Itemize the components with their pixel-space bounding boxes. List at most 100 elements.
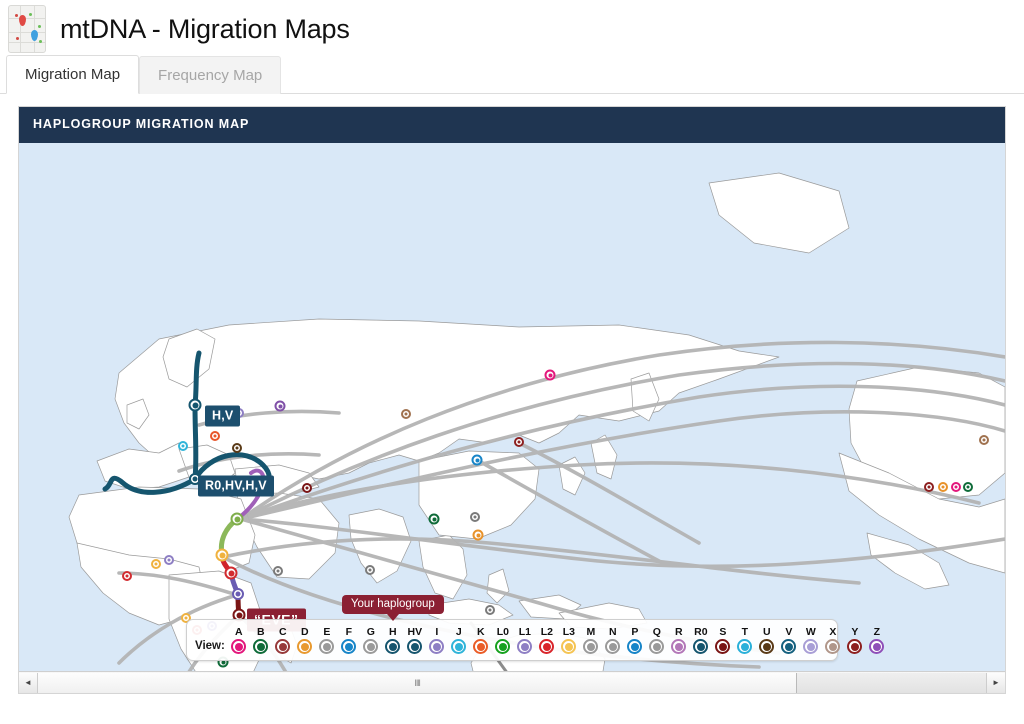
legend-item-h[interactable]: H: [382, 627, 404, 654]
legend-item-z[interactable]: Z: [866, 627, 888, 654]
map-marker[interactable]: [938, 482, 948, 492]
legend-item-dot[interactable]: [407, 639, 423, 654]
map-marker[interactable]: [273, 566, 283, 576]
legend-item-dot[interactable]: [627, 639, 643, 654]
legend-item-dot[interactable]: [429, 639, 445, 654]
legend-item-q[interactable]: Q: [646, 627, 668, 654]
legend-item-dot[interactable]: [517, 639, 533, 654]
legend-item-l3[interactable]: L3: [558, 627, 580, 654]
legend-item-dot[interactable]: [847, 639, 863, 654]
legend-item-hv[interactable]: HV: [404, 627, 426, 654]
tab-frequency-map[interactable]: Frequency Map: [139, 56, 282, 94]
legend-item-j[interactable]: J: [448, 627, 470, 654]
legend-item-dot[interactable]: [473, 639, 489, 654]
map-marker[interactable]: [164, 555, 174, 565]
map-marker[interactable]: [514, 437, 524, 447]
legend-item-v[interactable]: V: [778, 627, 800, 654]
legend-item-l0[interactable]: L0: [492, 627, 514, 654]
map-marker[interactable]: [232, 443, 242, 453]
legend-item-k[interactable]: K: [470, 627, 492, 654]
legend-item-dot[interactable]: [759, 639, 775, 654]
tab-migration-map[interactable]: Migration Map: [6, 55, 140, 94]
legend-item-dot[interactable]: [649, 639, 665, 654]
map-marker[interactable]: [365, 565, 375, 575]
map-marker[interactable]: [151, 559, 161, 569]
legend-item-p[interactable]: P: [624, 627, 646, 654]
map-marker[interactable]: [428, 513, 440, 525]
legend-item-dot[interactable]: [539, 639, 555, 654]
legend-item-s[interactable]: S: [712, 627, 734, 654]
map-marker[interactable]: [230, 512, 244, 526]
legend-item-n[interactable]: N: [602, 627, 624, 654]
map-marker[interactable]: [963, 482, 973, 492]
legend-item-l2[interactable]: L2: [536, 627, 558, 654]
map-marker[interactable]: [224, 566, 238, 580]
map-marker[interactable]: [924, 482, 934, 492]
legend-item-dot[interactable]: [495, 639, 511, 654]
legend-item-dot[interactable]: [781, 639, 797, 654]
map-marker[interactable]: [210, 431, 220, 441]
world-map[interactable]: H,VR0,HV,H,V“EVE” Your haplogroup View: …: [19, 143, 1005, 671]
legend-item-x[interactable]: X: [822, 627, 844, 654]
legend-item-t[interactable]: T: [734, 627, 756, 654]
legend-item-dot[interactable]: [231, 639, 247, 654]
scroll-left-button[interactable]: ◄: [19, 672, 38, 693]
legend-item-dot[interactable]: [605, 639, 621, 654]
map-marker[interactable]: [188, 398, 202, 412]
legend-item-dot[interactable]: [275, 639, 291, 654]
legend-item-dot[interactable]: [341, 639, 357, 654]
map-marker[interactable]: [302, 483, 312, 493]
legend-item-g[interactable]: G: [360, 627, 382, 654]
map-marker[interactable]: [471, 454, 483, 466]
scroll-left-icon: ◄: [24, 677, 32, 687]
legend-item-a[interactable]: A: [228, 627, 250, 654]
legend-item-c[interactable]: C: [272, 627, 294, 654]
map-marker[interactable]: [472, 529, 484, 541]
legend-item-y[interactable]: Y: [844, 627, 866, 654]
legend-item-f[interactable]: F: [338, 627, 360, 654]
legend-item-b[interactable]: B: [250, 627, 272, 654]
scrollbar-thumb[interactable]: ‖‖: [38, 672, 798, 693]
legend-item-dot[interactable]: [693, 639, 709, 654]
legend-item-dot[interactable]: [297, 639, 313, 654]
legend-item-d[interactable]: D: [294, 627, 316, 654]
legend-item-dot[interactable]: [583, 639, 599, 654]
legend-item-m[interactable]: M: [580, 627, 602, 654]
legend-item-l1[interactable]: L1: [514, 627, 536, 654]
legend-item-dot[interactable]: [385, 639, 401, 654]
map-marker[interactable]: [122, 571, 132, 581]
legend-item-dot[interactable]: [561, 639, 577, 654]
legend-item-label: HV: [407, 626, 423, 638]
map-marker[interactable]: [274, 400, 286, 412]
legend-item-dot[interactable]: [803, 639, 819, 654]
map-marker[interactable]: [951, 482, 961, 492]
map-marker[interactable]: [470, 512, 480, 522]
legend-item-w[interactable]: W: [800, 627, 822, 654]
legend-item-dot[interactable]: [319, 639, 335, 654]
map-marker[interactable]: [401, 409, 411, 419]
scroll-right-icon: ►: [992, 677, 1000, 687]
legend-item-dot[interactable]: [869, 639, 885, 654]
legend-item-e[interactable]: E: [316, 627, 338, 654]
legend-item-dot[interactable]: [715, 639, 731, 654]
legend-item-i[interactable]: I: [426, 627, 448, 654]
legend-item-r0[interactable]: R0: [690, 627, 712, 654]
scroll-right-button[interactable]: ►: [986, 672, 1005, 693]
map-marker[interactable]: [178, 441, 188, 451]
legend-item-dot[interactable]: [363, 639, 379, 654]
map-marker[interactable]: [544, 369, 556, 381]
map-marker[interactable]: [215, 548, 229, 562]
legend-item-dot[interactable]: [825, 639, 841, 654]
legend-item-dot[interactable]: [451, 639, 467, 654]
legend-item-dot[interactable]: [671, 639, 687, 654]
legend-item-dot[interactable]: [737, 639, 753, 654]
scrollbar-track[interactable]: ‖‖: [38, 672, 986, 693]
map-marker[interactable]: [485, 605, 495, 615]
legend-item-dot[interactable]: [253, 639, 269, 654]
legend-item-r[interactable]: R: [668, 627, 690, 654]
legend-item-dot-core: [828, 642, 837, 651]
map-marker[interactable]: [979, 435, 989, 445]
map-marker[interactable]: [232, 588, 244, 600]
horizontal-scrollbar[interactable]: ◄ ‖‖ ►: [19, 671, 1005, 693]
legend-item-u[interactable]: U: [756, 627, 778, 654]
